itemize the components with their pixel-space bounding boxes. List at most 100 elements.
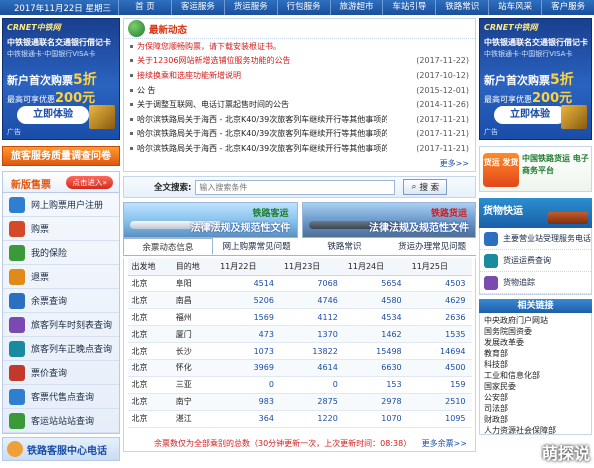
table-cell[interactable]: 13822 — [279, 342, 344, 360]
nav-item[interactable]: 站车风采 — [488, 0, 541, 15]
ticketing-menu-item[interactable]: 我的保险 — [3, 241, 119, 265]
table-cell[interactable]: 364 — [216, 410, 280, 428]
news-item[interactable]: 接续换乘和选座功能新增说明 (2017-10-12) — [124, 68, 475, 83]
table-cell[interactable]: 5654 — [343, 275, 408, 293]
news-item[interactable]: 关于12306网站新增选铺位服务功能的公告 (2017-11-22) — [124, 54, 475, 69]
table-cell[interactable]: 5206 — [216, 291, 280, 310]
table-cell[interactable]: 473 — [216, 325, 280, 344]
table-cell[interactable]: 1370 — [279, 325, 344, 344]
ticketing-menu-item[interactable]: 客运站站站查询 — [3, 409, 119, 433]
ticketing-menu-item[interactable]: 旅客列车时刻表查询 — [3, 313, 119, 337]
search-button[interactable]: ⌕ 搜 索 — [403, 179, 448, 195]
more-tickets-link[interactable]: 更多余票>> — [422, 438, 467, 449]
table-cell[interactable]: 4614 — [279, 359, 344, 377]
ticketing-menu-item[interactable]: 余票查询 — [3, 289, 119, 313]
table-cell[interactable]: 4629 — [407, 291, 472, 310]
table-cell[interactable]: 1095 — [407, 410, 472, 428]
nav-item[interactable]: 行包服务 — [276, 0, 330, 15]
ticketing-menu-item[interactable]: 票价查询 — [3, 361, 119, 385]
freight-menu-item[interactable]: 货物追踪 — [480, 272, 591, 294]
passenger-regulations-banner[interactable]: 铁路客运 法律法规及规范性文件 — [123, 202, 298, 238]
freight-regulations-banner[interactable]: 铁路货运 法律法规及规范性文件 — [301, 202, 476, 238]
related-link[interactable]: 教育部 — [484, 348, 587, 359]
table-cell[interactable]: 1073 — [216, 342, 280, 360]
table-cell[interactable]: 983 — [216, 393, 280, 411]
news-item[interactable]: 哈尔滨铁路局关于海西 - 北京K40/39次旅客列车继续开行等其他事项的... (… — [124, 141, 475, 156]
news-more-link[interactable]: 更多>> — [440, 158, 469, 169]
table-cell[interactable]: 2875 — [279, 393, 344, 411]
right-ad-banner[interactable]: CRNET中铁网 中铁银通联名交通银行借记卡 中铁银通卡·中国银行VISA卡 新… — [479, 18, 592, 140]
table-cell[interactable]: 1070 — [343, 410, 408, 428]
express-freight-banner[interactable]: 货物快运 — [479, 198, 592, 228]
freight-icon — [484, 253, 498, 268]
table-cell[interactable]: 14694 — [407, 342, 472, 360]
ticketing-menu-item[interactable]: 旅客列车正晚点查询 — [3, 337, 119, 361]
related-link[interactable]: 工业和信息化部 — [484, 370, 587, 381]
table-cell[interactable]: 4503 — [407, 275, 472, 293]
related-link[interactable]: 发展改革委 — [484, 337, 587, 348]
ticketing-menu-item[interactable]: 客票代售点查询 — [3, 385, 119, 409]
related-link[interactable]: 人力资源社会保障部 — [484, 425, 587, 434]
ad-try-button[interactable]: 立即体验 — [494, 106, 566, 124]
related-link[interactable]: 财政部 — [484, 414, 587, 425]
enter-button[interactable]: 点击进入» — [66, 176, 113, 189]
related-link[interactable]: 司法部 — [484, 403, 587, 414]
freight-menu-item[interactable]: 主要营业站受理服务电话 — [480, 228, 591, 250]
freight-menu-item[interactable]: 货运运费查询 — [480, 250, 591, 272]
table-cell: 三亚 — [171, 376, 217, 394]
related-link[interactable]: 国务院国资委 — [484, 326, 587, 337]
table-cell[interactable]: 159 — [407, 376, 472, 394]
news-item[interactable]: 关于调整互联网、电话订票起售时间的公告 (2014-11-26) — [124, 97, 475, 112]
related-link[interactable]: 中央政府门户网站 — [484, 315, 587, 326]
table-cell[interactable]: 153 — [343, 376, 408, 394]
ticketing-menu-item[interactable]: 网上购票用户注册 — [3, 193, 119, 217]
tab-1[interactable]: 余票动态信息 — [123, 238, 213, 255]
tab-3[interactable]: 铁路常识 — [301, 238, 389, 255]
table-cell[interactable]: 2510 — [407, 393, 472, 411]
table-cell[interactable]: 2978 — [343, 393, 408, 411]
nav-item[interactable]: 首 页 — [118, 0, 171, 15]
news-item[interactable]: 为保障您顺畅购票，请下载安装根证书。 — [124, 39, 475, 54]
survey-banner[interactable]: 旅客服务质量调查问卷 — [2, 146, 120, 166]
table-cell[interactable]: 7068 — [279, 275, 344, 293]
service-hotline-banner[interactable]: 铁路客服中心电话 — [2, 437, 120, 461]
news-item[interactable]: 哈尔滨铁路局关于海西 - 北京K40/39次旅客列车继续开行等其他事项的... (… — [124, 112, 475, 127]
table-cell[interactable]: 3969 — [216, 359, 280, 377]
table-cell[interactable]: 15498 — [343, 342, 408, 360]
nav-item[interactable]: 旅游超市 — [329, 0, 383, 15]
related-link[interactable]: 国家民委 — [484, 381, 587, 392]
ticketing-menu-item[interactable]: 退票 — [3, 265, 119, 289]
related-link[interactable]: 科技部 — [484, 359, 587, 370]
current-date: 2017年11月22日 星期三 — [14, 3, 111, 14]
nav-item[interactable]: 客运服务 — [170, 0, 224, 15]
nav-item[interactable]: 货运服务 — [223, 0, 277, 15]
table-cell[interactable]: 6630 — [343, 359, 408, 377]
table-cell[interactable]: 0 — [216, 376, 280, 394]
search-input[interactable] — [195, 179, 396, 195]
table-cell[interactable]: 1569 — [216, 308, 280, 327]
table-cell[interactable]: 4534 — [343, 308, 408, 327]
news-item[interactable]: 公 告 (2015-12-01) — [124, 83, 475, 98]
nav-item[interactable]: 客户服务 — [541, 0, 594, 15]
news-item[interactable]: 哈尔滨铁路局关于海西 - 北京K40/39次旅客列车继续开行等其他事项的... (… — [124, 127, 475, 142]
table-cell[interactable]: 1220 — [279, 410, 344, 428]
related-link[interactable]: 公安部 — [484, 392, 587, 403]
nav-item[interactable]: 铁路常识 — [435, 0, 488, 15]
tab-4[interactable]: 货运办理常见问题 — [388, 238, 476, 255]
ad-try-button[interactable]: 立即体验 — [17, 106, 89, 124]
left-ad-banner[interactable]: CRNET中铁网 中铁银通联名交通银行借记卡 中铁银通卡·中国银行VISA卡 新… — [2, 18, 120, 140]
tab-2[interactable]: 网上购票常见问题 — [213, 238, 301, 255]
table-cell[interactable]: 4746 — [279, 291, 344, 310]
table-cell[interactable]: 4514 — [216, 275, 280, 293]
ticketing-menu-item[interactable]: 购票 — [3, 217, 119, 241]
table-cell[interactable]: 1535 — [407, 325, 472, 344]
table-cell[interactable]: 4500 — [407, 359, 472, 377]
table-cell[interactable]: 0 — [279, 376, 344, 394]
table-cell[interactable]: 1462 — [343, 325, 408, 344]
table-cell[interactable]: 2636 — [407, 308, 472, 327]
ad-offer-amount: 最高可享优惠200元 — [7, 91, 96, 106]
freight-ecommerce-banner[interactable]: 货运 发货 中国铁路货运 电子商务平台 — [479, 146, 592, 192]
table-cell[interactable]: 4112 — [279, 308, 344, 327]
nav-item[interactable]: 车站引导 — [382, 0, 435, 15]
table-cell[interactable]: 4580 — [343, 291, 408, 310]
